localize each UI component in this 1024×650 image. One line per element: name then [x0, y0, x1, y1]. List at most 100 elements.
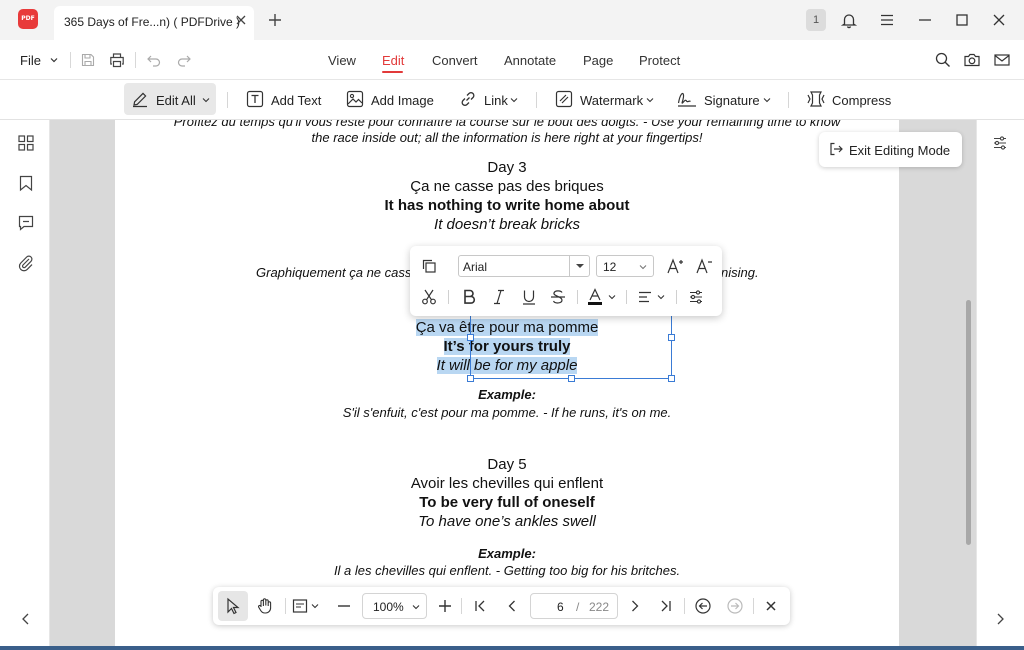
link-button[interactable]: Link	[459, 80, 519, 120]
increase-font-size-icon[interactable]	[666, 257, 684, 275]
resize-handle[interactable]	[467, 334, 474, 341]
comment-icon[interactable]	[17, 214, 35, 232]
day3-french[interactable]: Ça ne casse pas des briques	[115, 178, 899, 195]
intro-line-2[interactable]: the race inside out; all the information…	[115, 130, 899, 145]
expand-right-panel-icon[interactable]	[991, 610, 1009, 628]
mail-icon[interactable]	[993, 51, 1011, 69]
bookmark-icon[interactable]	[17, 174, 35, 192]
day3-english[interactable]: It has nothing to write home about	[115, 197, 899, 214]
edit-toolbar: Edit All Add Text Add Image Link Waterma…	[0, 80, 1024, 120]
thumbnails-icon[interactable]	[17, 134, 35, 152]
chevron-down-icon[interactable]	[657, 293, 665, 301]
signature-button[interactable]: Signature	[677, 80, 772, 120]
day3-example-right[interactable]: nising.	[721, 265, 759, 280]
intro-line-1[interactable]: Profitez du temps qu'il vous reste pour …	[115, 120, 899, 129]
last-page-icon[interactable]	[657, 597, 675, 615]
close-window-icon[interactable]	[990, 11, 1008, 29]
italic-icon[interactable]	[490, 288, 508, 306]
day5-english[interactable]: To be very full of oneself	[115, 494, 899, 511]
chevron-down-icon[interactable]	[608, 293, 616, 301]
day3-literal[interactable]: It doesn’t break bricks	[115, 216, 899, 233]
menu-annotate[interactable]: Annotate	[504, 53, 556, 68]
go-back-icon[interactable]	[694, 597, 712, 615]
cut-icon[interactable]	[420, 288, 438, 306]
zoom-level-select[interactable]: 100%	[362, 593, 427, 619]
new-tab-icon[interactable]	[266, 11, 284, 29]
edit-all-button[interactable]: Edit All	[124, 83, 216, 115]
maximize-icon[interactable]	[953, 11, 971, 29]
day5-example[interactable]: Il a les chevilles qui enflent. - Gettin…	[115, 563, 899, 578]
font-family-select[interactable]: Arial	[458, 255, 590, 277]
chevron-down-icon[interactable]	[311, 602, 319, 610]
go-forward-icon[interactable]	[726, 597, 744, 615]
properties-settings-icon[interactable]	[991, 134, 1009, 152]
day3-title[interactable]: Day 3	[115, 159, 899, 176]
next-page-icon[interactable]	[626, 597, 644, 615]
day4-example-label[interactable]: Example:	[115, 387, 899, 402]
vertical-scrollbar[interactable]	[966, 300, 971, 545]
collapse-left-panel-icon[interactable]	[17, 610, 35, 628]
minimize-icon[interactable]	[916, 11, 934, 29]
add-image-button[interactable]: Add Image	[346, 80, 438, 120]
font-color-icon[interactable]	[586, 288, 604, 306]
notification-count-badge[interactable]: 1	[806, 9, 826, 31]
bold-icon[interactable]	[460, 288, 478, 306]
menu-bar: File View Edit Convert Annotate Page Pro…	[0, 40, 1024, 80]
bell-icon[interactable]	[840, 11, 858, 29]
camera-icon[interactable]	[963, 51, 981, 69]
compress-button[interactable]: Compress	[806, 80, 896, 120]
save-icon[interactable]	[80, 52, 96, 68]
pdf-page[interactable]: Profitez du temps qu'il vous reste pour …	[115, 120, 899, 650]
page-number-input[interactable]: 6 / 222	[530, 593, 618, 619]
menu-protect[interactable]: Protect	[639, 53, 680, 68]
redo-icon[interactable]	[176, 52, 192, 68]
text-settings-icon[interactable]	[687, 288, 705, 306]
page-layout-icon[interactable]	[291, 597, 309, 615]
chevron-down-icon[interactable]	[49, 55, 59, 65]
day3-example-left[interactable]: Graphiquement ça ne cass	[115, 265, 411, 280]
menu-page[interactable]: Page	[583, 53, 613, 68]
watermark-button[interactable]: Watermark	[555, 80, 655, 120]
align-left-icon[interactable]	[636, 288, 654, 306]
font-size-select[interactable]: 12	[596, 255, 654, 277]
zoom-out-icon[interactable]	[335, 597, 353, 615]
search-icon[interactable]	[934, 51, 952, 69]
cursor-arrow-icon[interactable]	[224, 597, 242, 615]
strikethrough-icon[interactable]	[549, 288, 567, 306]
close-tab-icon[interactable]	[233, 12, 249, 28]
underline-icon[interactable]	[520, 288, 538, 306]
day5-literal[interactable]: To have one’s ankles swell	[115, 513, 899, 530]
add-text-button[interactable]: Add Text	[246, 80, 326, 120]
menu-edit[interactable]: Edit	[382, 53, 404, 68]
document-viewport[interactable]: Profitez du temps qu'il vous reste pour …	[50, 120, 976, 650]
previous-page-icon[interactable]	[503, 597, 521, 615]
chevron-down-icon	[639, 265, 647, 270]
copy-icon[interactable]	[420, 257, 438, 275]
divider	[684, 598, 685, 614]
hamburger-menu-icon[interactable]	[878, 11, 896, 29]
menu-view[interactable]: View	[328, 53, 356, 68]
resize-handle[interactable]	[668, 375, 675, 382]
exit-editing-mode-button[interactable]: Exit Editing Mode	[819, 132, 962, 167]
day5-example-label[interactable]: Example:	[115, 546, 899, 561]
dropdown-arrow-icon[interactable]	[569, 256, 589, 276]
menu-convert[interactable]: Convert	[432, 53, 478, 68]
divider	[461, 598, 462, 614]
file-menu[interactable]: File	[20, 53, 41, 68]
undo-icon[interactable]	[146, 52, 162, 68]
print-icon[interactable]	[109, 52, 125, 68]
hand-tool-icon[interactable]	[256, 597, 274, 615]
first-page-icon[interactable]	[471, 597, 489, 615]
resize-handle[interactable]	[568, 375, 575, 382]
day4-example[interactable]: S'il s'enfuit, c'est pour ma pomme. - If…	[115, 405, 899, 420]
decrease-font-size-icon[interactable]	[695, 257, 713, 275]
zoom-in-icon[interactable]	[436, 597, 454, 615]
compress-label: Compress	[832, 93, 892, 108]
day5-title[interactable]: Day 5	[115, 456, 899, 473]
attachment-icon[interactable]	[17, 254, 35, 272]
resize-handle[interactable]	[668, 334, 675, 341]
close-icon[interactable]	[762, 597, 780, 615]
resize-handle[interactable]	[467, 375, 474, 382]
day5-french[interactable]: Avoir les chevilles qui enflent	[115, 475, 899, 492]
document-tab[interactable]: 365 Days of Fre...n) ( PDFDrive )	[54, 6, 254, 40]
